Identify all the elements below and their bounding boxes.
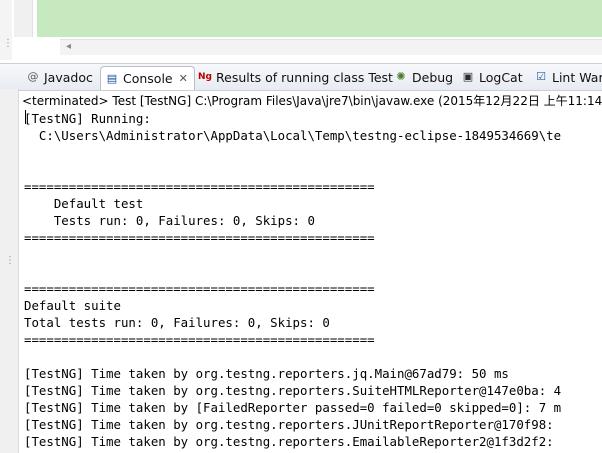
testng-icon: Ng [198, 72, 212, 82]
close-icon[interactable]: ✕ [179, 72, 188, 85]
debug-bug-icon: ✺ [396, 70, 406, 83]
tab-label: Lint Warn [552, 69, 602, 85]
editor-left-strip: ⋮ [0, 0, 13, 60]
console-line: Tests run: 0, Failures: 0, Skips: 0 [24, 213, 315, 228]
editor-gutter [14, 0, 33, 37]
console-line: C:\Users\Administrator\AppData\Local\Tem… [24, 128, 562, 143]
tab-label: Debug [412, 69, 454, 85]
logcat-icon: ▣ [462, 70, 474, 83]
javadoc-icon: @ [27, 70, 39, 83]
tab-console[interactable]: ▤ Console ✕ [100, 66, 195, 90]
tab-debug[interactable]: ✺ Debug [394, 66, 453, 88]
lint-icon: ☑ [536, 70, 546, 83]
view-tab-bar: @ Javadoc ▤ Console ✕ Ng Results of runn… [0, 63, 602, 91]
console-line: [TestNG] Running: [24, 111, 151, 126]
tab-label: LogCat [479, 69, 523, 85]
console-line: Default test [24, 196, 144, 211]
console-line: ========================================… [24, 179, 375, 194]
editor-grip: ⋮ [3, 38, 13, 49]
console-output[interactable]: [TestNG] Running: C:\Users\Administrator… [22, 108, 602, 453]
console-left-strip: ⋮ [0, 89, 19, 453]
console-icon: ▤ [106, 71, 118, 85]
console-status-line: <terminated> Test [TestNG] C:\Program Fi… [22, 94, 602, 108]
scroll-left-arrow-icon[interactable]: ◂ [66, 41, 71, 52]
tab-label: Console [123, 71, 173, 86]
tab-label: Results of running class Test [216, 69, 393, 85]
tab-javadoc[interactable]: @ Javadoc [26, 66, 93, 88]
console-line: [TestNG] Time taken by org.testng.report… [24, 434, 562, 449]
tab-label: Javadoc [44, 69, 93, 85]
console-line: [TestNG] Time taken by [FailedReporter p… [24, 400, 562, 415]
tab-logcat[interactable]: ▣ LogCat [461, 66, 523, 88]
console-line: [TestNG] Time taken by org.testng.report… [24, 383, 562, 398]
console-line: [TestNG] Time taken by org.testng.report… [24, 417, 562, 432]
console-line: Default suite [24, 298, 121, 313]
console-line: [TestNG] Time taken by org.testng.report… [24, 366, 509, 381]
editor-pane: ⋮ ◂ [0, 0, 602, 60]
console-line: Total tests run: 0, Failures: 0, Skips: … [24, 315, 330, 330]
console-line: ========================================… [24, 281, 375, 296]
editor-horizontal-scrollbar[interactable]: ◂ [60, 39, 602, 55]
console-line: ========================================… [24, 332, 375, 347]
console-line: ========================================… [24, 230, 375, 245]
editor-highlight-area [37, 0, 602, 37]
tab-lint-warnings[interactable]: ☑ Lint Warn [534, 66, 602, 88]
sash-grip[interactable]: ⋮ [5, 256, 15, 266]
tab-testng-results[interactable]: Ng Results of running class Test [198, 66, 393, 88]
text-cursor [25, 110, 26, 124]
